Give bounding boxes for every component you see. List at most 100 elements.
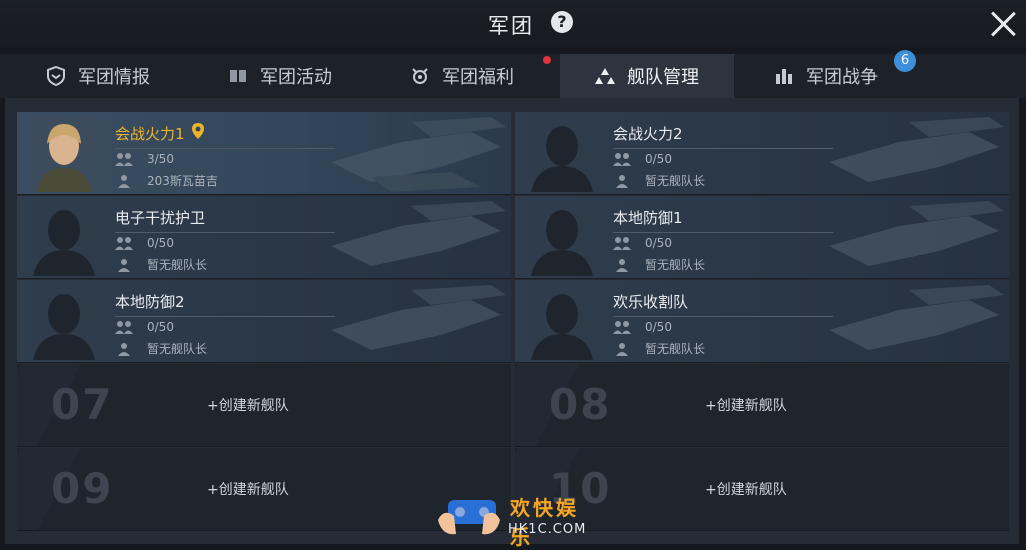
divider xyxy=(613,148,833,149)
fleet-grid: 会战火力1 3/50 203斯瓦苗吉 会战火力2 0/50 暂无舰队长 电子干扰… xyxy=(5,98,1019,544)
tab-fleet-management[interactable]: 舰队管理 xyxy=(560,54,734,98)
captain-icon xyxy=(115,342,133,356)
tab-label: 军团福利 xyxy=(442,67,514,88)
tab-label: 军团战争 xyxy=(806,67,878,88)
divider xyxy=(115,316,335,317)
fleet-name: 本地防御2 xyxy=(115,293,185,311)
tab-label: 舰队管理 xyxy=(627,67,699,88)
member-count: 3/50 xyxy=(147,152,174,166)
divider xyxy=(613,316,833,317)
book-icon xyxy=(228,66,248,86)
captain-name: 暂无舰队长 xyxy=(645,342,706,356)
member-count-row: 3/50 xyxy=(115,152,174,166)
divider xyxy=(115,148,335,149)
empty-avatar-silhouette xyxy=(531,126,593,192)
captain-row: 暂无舰队长 xyxy=(613,256,705,273)
ship-art-icon xyxy=(331,285,506,350)
slot-number: 07 xyxy=(51,380,114,429)
page-title: 军团 xyxy=(488,14,534,38)
fleet-name: 会战火力2 xyxy=(613,125,683,143)
slot-number: 08 xyxy=(549,380,612,429)
help-button[interactable]: ? xyxy=(551,11,573,33)
members-icon xyxy=(115,236,133,250)
captain-icon xyxy=(613,258,631,272)
captain-name: 暂无舰队长 xyxy=(147,258,208,272)
captain-name: 暂无舰队长 xyxy=(147,342,208,356)
empty-avatar-silhouette xyxy=(531,294,593,360)
tab-label: 军团情报 xyxy=(78,67,150,88)
members-icon xyxy=(115,320,133,334)
member-count: 0/50 xyxy=(147,320,174,334)
notification-dot xyxy=(543,56,551,64)
tab-legion-info[interactable]: 军团情报 xyxy=(46,54,150,98)
members-icon xyxy=(613,320,631,334)
fleet-card[interactable]: 电子干扰护卫 0/50 暂无舰队长 xyxy=(17,196,511,279)
member-count-row: 0/50 xyxy=(613,152,672,166)
create-fleet-button[interactable]: +创建新舰队 xyxy=(207,395,289,415)
fleet-card[interactable]: 本地防御2 0/50 暂无舰队长 xyxy=(17,280,511,363)
member-count-row: 0/50 xyxy=(613,236,672,250)
ship-art-icon xyxy=(331,201,506,266)
fleet-name: 电子干扰护卫 xyxy=(115,209,206,227)
fleet-card[interactable]: 会战火力2 0/50 暂无舰队长 xyxy=(515,112,1009,195)
empty-avatar-silhouette xyxy=(33,210,95,276)
slot-number: 09 xyxy=(51,464,114,513)
divider xyxy=(613,232,833,233)
ship-art-icon xyxy=(331,117,506,192)
member-count: 0/50 xyxy=(147,236,174,250)
captain-row: 暂无舰队长 xyxy=(115,340,207,357)
gift-icon xyxy=(410,66,430,86)
captain-avatar xyxy=(31,118,97,192)
captain-row: 203斯瓦苗吉 xyxy=(115,172,218,189)
member-count: 0/50 xyxy=(645,236,672,250)
captain-row: 暂无舰队长 xyxy=(613,172,705,189)
create-fleet-button[interactable]: +创建新舰队 xyxy=(207,479,289,499)
captain-icon xyxy=(115,258,133,272)
member-count: 0/50 xyxy=(645,320,672,334)
tab-legion-activity[interactable]: 军团活动 xyxy=(228,54,332,98)
captain-icon xyxy=(115,174,133,188)
members-icon xyxy=(115,152,133,166)
fleet-icon xyxy=(595,66,615,86)
fleet-name: 会战火力1 xyxy=(115,125,185,143)
captain-name: 暂无舰队长 xyxy=(645,174,706,188)
ship-art-icon xyxy=(829,285,1004,350)
create-fleet-button[interactable]: +创建新舰队 xyxy=(705,395,787,415)
location-pin-icon xyxy=(192,123,204,139)
war-count-badge: 6 xyxy=(894,50,916,72)
ship-art-icon xyxy=(829,201,1004,266)
fleet-card[interactable]: 会战火力1 3/50 203斯瓦苗吉 xyxy=(17,112,511,195)
shield-icon xyxy=(46,65,66,87)
watermark-url: HK1C.COM xyxy=(508,522,587,537)
fleet-name: 本地防御1 xyxy=(613,209,683,227)
captain-row: 暂无舰队长 xyxy=(613,340,705,357)
captain-name: 203斯瓦苗吉 xyxy=(147,174,218,188)
watermark-text: 欢快娱乐 xyxy=(510,496,579,549)
captain-icon xyxy=(613,342,631,356)
war-icon xyxy=(774,66,794,86)
fleet-card[interactable]: 本地防御1 0/50 暂无舰队长 xyxy=(515,196,1009,279)
create-fleet-slot[interactable]: 08 +创建新舰队 xyxy=(515,364,1009,447)
tab-label: 军团活动 xyxy=(260,67,332,88)
empty-avatar-silhouette xyxy=(531,210,593,276)
fleet-card[interactable]: 欢乐收割队 0/50 暂无舰队长 xyxy=(515,280,1009,363)
top-bar: 军团 ? xyxy=(0,0,1026,48)
member-count-row: 0/50 xyxy=(115,320,174,334)
member-count: 0/50 xyxy=(645,152,672,166)
divider xyxy=(115,232,335,233)
ship-art-icon xyxy=(829,117,1004,182)
gamepad-hand-icon xyxy=(438,500,500,535)
member-count-row: 0/50 xyxy=(613,320,672,334)
captain-icon xyxy=(613,174,631,188)
close-icon[interactable] xyxy=(986,8,1020,42)
member-count-row: 0/50 xyxy=(115,236,174,250)
create-fleet-button[interactable]: +创建新舰队 xyxy=(705,479,787,499)
tab-legion-war[interactable]: 军团战争 xyxy=(774,54,878,98)
captain-row: 暂无舰队长 xyxy=(115,256,207,273)
members-icon xyxy=(613,152,631,166)
members-icon xyxy=(613,236,631,250)
tab-legion-welfare[interactable]: 军团福利 xyxy=(410,54,514,98)
watermark-logo: 欢快娱乐 HK1C.COM xyxy=(430,486,600,549)
create-fleet-slot[interactable]: 07 +创建新舰队 xyxy=(17,364,511,447)
captain-name: 暂无舰队长 xyxy=(645,258,706,272)
